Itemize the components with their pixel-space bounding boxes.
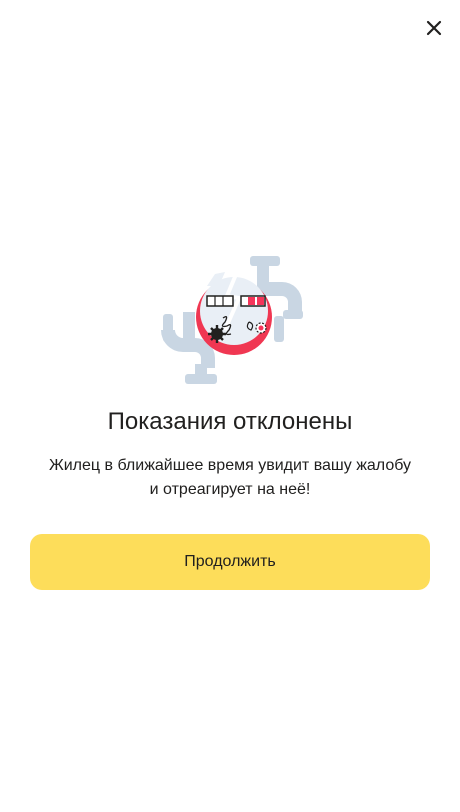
broken-meter-illustration xyxy=(155,252,305,388)
dialog-message-line-1: Жилец в ближайшее время увидит вашу жало… xyxy=(48,457,412,474)
dialog-message-line-2: и отреагирует на неё! xyxy=(149,481,311,498)
close-button[interactable] xyxy=(420,14,448,42)
dialog-message: Жилец в ближайшее время увидит вашу жало… xyxy=(36,454,424,502)
continue-button[interactable]: Продолжить xyxy=(30,534,430,590)
dialog-title: Показания отклонены xyxy=(107,408,353,435)
close-icon xyxy=(426,20,442,36)
continue-button-label: Продолжить xyxy=(184,553,276,570)
